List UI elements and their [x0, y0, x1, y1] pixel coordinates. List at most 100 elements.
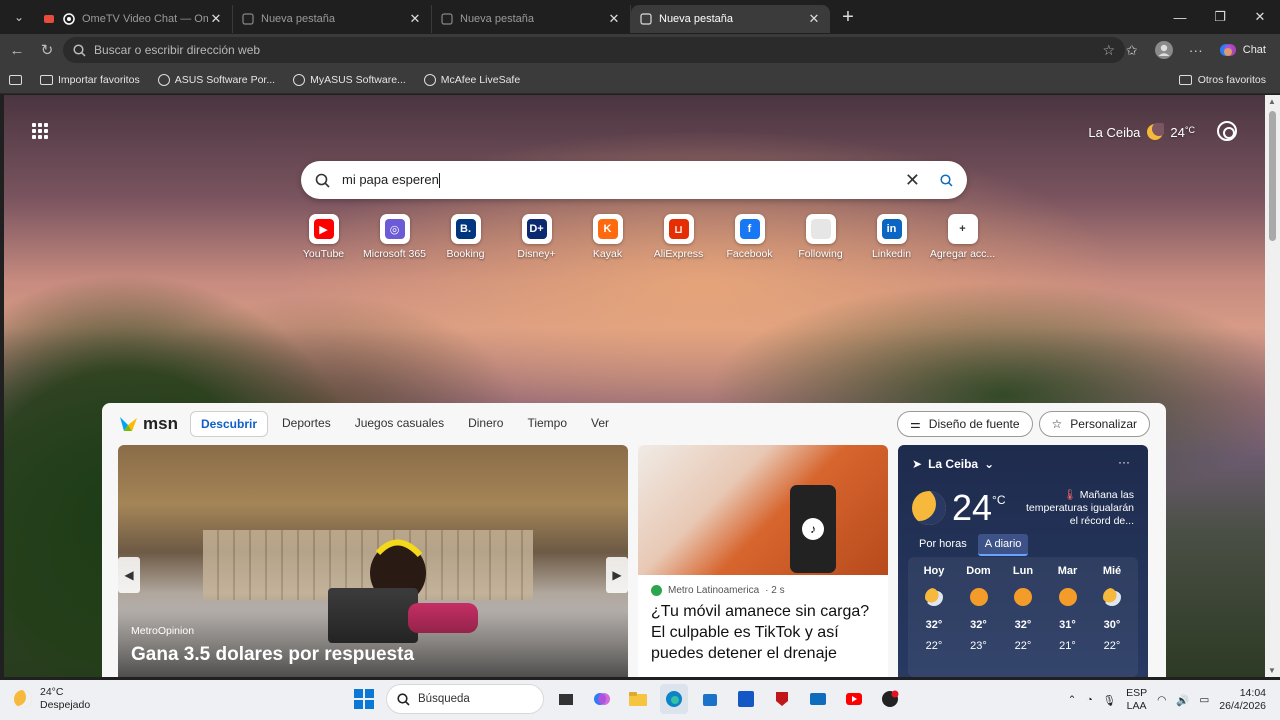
msn-nav-descubrir[interactable]: Descubrir [189, 411, 268, 437]
wifi-icon[interactable]: ◠ [1157, 694, 1166, 706]
battery-icon[interactable]: ▭ [1199, 694, 1209, 706]
copilot-chat-button[interactable]: Chat [1213, 36, 1272, 64]
quick-link[interactable]: ▶ YouTube [288, 214, 359, 260]
quick-link[interactable]: ⊔ AliExpress [643, 214, 714, 260]
weather-widget-header[interactable]: La Ceiba 24°C [1088, 123, 1195, 141]
maximize-icon[interactable]: ❐ [1200, 0, 1240, 34]
quick-link-icon: ◎ [379, 214, 410, 244]
favorite-item[interactable]: MyASUS Software... [284, 73, 415, 86]
app-icon[interactable] [876, 684, 904, 714]
address-bar[interactable]: Buscar o escribir dirección web ☆ [63, 37, 1125, 63]
favorite-star-icon[interactable]: ☆ [1102, 42, 1115, 59]
network-status-icon[interactable]: ◔ [1086, 694, 1092, 706]
tab-actions-menu[interactable]: ⌄ [4, 4, 34, 30]
personalize-label: Personalizar [1070, 417, 1137, 431]
youtube-icon[interactable] [840, 684, 868, 714]
carousel-next-button[interactable]: ▶ [606, 557, 628, 593]
clock-date: 26/4/2026 [1219, 700, 1266, 712]
scroll-up-icon[interactable]: ▲ [1268, 97, 1276, 106]
search-submit-icon[interactable] [940, 173, 953, 187]
volume-icon[interactable]: 🔊 [1176, 694, 1189, 707]
msn-nav-tiempo[interactable]: Tiempo [517, 411, 577, 437]
quick-link[interactable]: D+ Disney+ [501, 214, 572, 260]
copilot-icon[interactable] [588, 684, 616, 714]
forecast-day[interactable]: Dom 32° 23° [959, 565, 999, 669]
forecast-day[interactable]: Lun 32° 22° [1003, 565, 1043, 669]
news-card[interactable]: ♪ Metro Latinoamerica · 2 s ¿Tu móvil am… [638, 445, 888, 677]
refresh-icon[interactable]: ↻ [32, 35, 62, 65]
scroll-down-icon[interactable]: ▼ [1268, 666, 1276, 675]
web-search-box[interactable]: mi papa esperen ✕ [301, 161, 967, 199]
favorite-item[interactable]: ASUS Software Por... [149, 73, 284, 86]
quick-link[interactable]: f Facebook [714, 214, 785, 260]
forecast-day[interactable]: Mié 30° 22° [1092, 565, 1132, 669]
close-icon[interactable]: ✕ [407, 11, 423, 27]
minimize-icon[interactable]: — [1160, 0, 1200, 34]
app-icon[interactable] [732, 684, 760, 714]
msn-nav-deportes[interactable]: Deportes [272, 411, 341, 437]
msn-logo[interactable]: msn [118, 414, 178, 434]
chevron-down-icon: ⌄ [984, 457, 995, 471]
taskbar-search[interactable]: Búsqueda [386, 684, 544, 714]
quick-link[interactable]: K Kayak [572, 214, 643, 260]
personalize-button[interactable]: ☆ Personalizar [1038, 411, 1150, 437]
scroll-thumb[interactable] [1269, 111, 1276, 241]
profile-avatar[interactable] [1149, 36, 1179, 64]
quick-link-icon: + [947, 214, 978, 244]
edge-icon[interactable] [660, 684, 688, 714]
favorites-sidebar-toggle[interactable] [0, 74, 31, 85]
tab-ometv[interactable]: OmeTV Video Chat — Omegle ✕ [34, 5, 233, 33]
quick-link[interactable]: B. Booking [430, 214, 501, 260]
quick-link[interactable]: ◎ Microsoft 365 [359, 214, 430, 260]
settings-gear-icon[interactable] [1217, 121, 1237, 141]
microphone-icon[interactable]: 🎙 [1103, 694, 1116, 707]
favorite-item[interactable]: McAfee LiveSafe [415, 73, 529, 86]
weather-location[interactable]: ➤ La Ceiba ⌄ [912, 457, 994, 471]
tab-daily[interactable]: A diario [977, 534, 1029, 556]
outlook-icon[interactable] [804, 684, 832, 714]
chevron-up-icon[interactable]: ⌃ [1068, 694, 1077, 706]
msn-nav-dinero[interactable]: Dinero [458, 411, 513, 437]
clock[interactable]: 14:04 26/4/2026 [1219, 687, 1266, 713]
new-tab-button[interactable]: + [834, 3, 862, 31]
weather-card[interactable]: ➤ La Ceiba ⌄ ··· 24 °C 🌡 Mañana las temp… [898, 445, 1148, 677]
msn-nav-ver[interactable]: Ver [581, 411, 619, 437]
quick-link[interactable]: Following [785, 214, 856, 260]
taskbar-weather[interactable]: 24°C Despejado [14, 686, 90, 712]
store-icon[interactable] [696, 684, 724, 714]
forecast-day[interactable]: Hoy 32° 22° [914, 565, 954, 669]
globe-icon [423, 73, 436, 86]
tab-new-2[interactable]: Nueva pestaña ✕ [432, 5, 631, 33]
start-button[interactable] [350, 684, 378, 714]
clear-icon[interactable]: ✕ [905, 170, 920, 191]
msn-nav-juegos[interactable]: Juegos casuales [345, 411, 454, 437]
close-icon[interactable]: ✕ [606, 11, 622, 27]
quick-link[interactable]: + Agregar acc... [927, 214, 998, 260]
favorite-item[interactable]: Importar favoritos [31, 74, 149, 86]
weather-alert[interactable]: 🌡 Mañana las temperaturas igualarán el r… [1016, 489, 1134, 528]
mcafee-icon[interactable] [768, 684, 796, 714]
tab-new-active[interactable]: Nueva pestaña ✕ [631, 5, 830, 33]
forecast-low: 22° [925, 640, 943, 652]
close-icon[interactable]: ✕ [208, 11, 224, 27]
search-input[interactable]: mi papa esperen [342, 172, 439, 187]
forecast-day[interactable]: Mar 31° 21° [1048, 565, 1088, 669]
featured-card[interactable]: MetroOpinion Gana 3.5 dolares por respue… [118, 445, 628, 677]
quick-link[interactable]: in Linkedin [856, 214, 927, 260]
other-favorites[interactable]: Otros favoritos [1178, 66, 1266, 94]
close-window-icon[interactable]: ✕ [1240, 0, 1280, 34]
tab-hourly[interactable]: Por horas [912, 534, 974, 556]
tab-new-1[interactable]: Nueva pestaña ✕ [233, 5, 432, 33]
more-options-icon[interactable]: ··· [1118, 455, 1130, 469]
carousel-prev-button[interactable]: ◀ [118, 557, 140, 593]
task-view-icon[interactable] [552, 684, 580, 714]
language-indicator[interactable]: ESP LAA [1126, 687, 1147, 713]
page-scrollbar[interactable]: ▲ ▼ [1265, 95, 1280, 677]
more-options-icon[interactable]: ··· [1181, 36, 1211, 64]
close-icon[interactable]: ✕ [806, 11, 822, 27]
back-icon[interactable]: ← [2, 35, 32, 65]
favorites-icon[interactable]: ✩ [1117, 36, 1147, 64]
apps-launcher-icon[interactable] [32, 123, 48, 139]
font-design-button[interactable]: ⚌ Diseño de fuente [897, 411, 1033, 437]
file-explorer-icon[interactable] [624, 684, 652, 714]
